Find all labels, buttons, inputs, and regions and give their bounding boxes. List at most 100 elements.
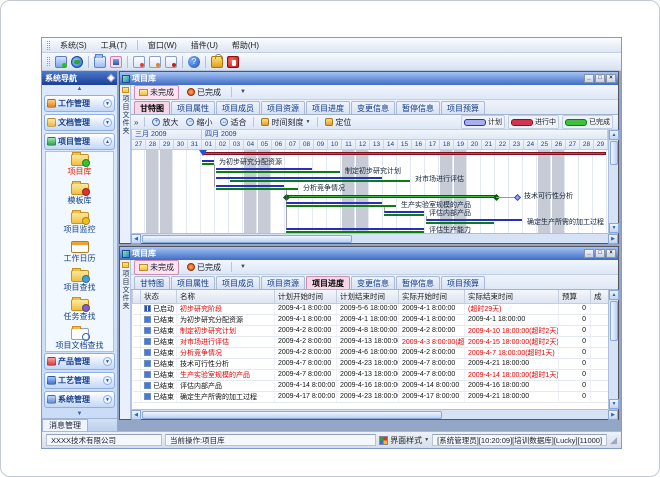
table-row[interactable]: 已结束为初步研究分配资源2009-4-1 8:00:002009-4-1 18:… — [133, 314, 609, 325]
plan-bar[interactable] — [216, 185, 284, 187]
table-window-titlebar[interactable]: 项目库 — [120, 247, 618, 260]
open-folder-icon[interactable] — [94, 56, 106, 68]
menu-item-5[interactable]: 帮助(H) — [225, 39, 266, 52]
tab-暂停信息[interactable]: 暂停信息 — [396, 101, 440, 114]
gantt-horizontal-scrollbar[interactable]: ◀ ▶ — [131, 233, 618, 243]
filter-已完成[interactable]: 已完成 — [182, 85, 226, 100]
tab-项目预算[interactable]: 项目预算 — [441, 276, 485, 289]
new-session-icon[interactable] — [55, 56, 67, 68]
in-progress-bar[interactable] — [202, 152, 606, 155]
actual-bar[interactable] — [426, 222, 494, 224]
tab-项目属性[interactable]: 项目属性 — [171, 276, 215, 289]
gantt-vertical-scrollbar[interactable]: ▲ ▼ — [608, 130, 618, 233]
plan-bar[interactable] — [286, 202, 382, 204]
table-row[interactable]: 已结束确定生产所需的加工过程2009-4-17 8:00:002009-4-23… — [133, 391, 609, 402]
toolbar-overflow-icon[interactable] — [134, 118, 138, 127]
gantt-window-titlebar[interactable]: 项目库 — [120, 72, 618, 85]
form-delete-icon[interactable] — [165, 56, 177, 68]
nav-item-项目库[interactable]: 项目库 — [46, 154, 113, 183]
nav-scroll-down-button[interactable] — [42, 410, 117, 418]
nav-section-文档管理[interactable]: 文档管理 — [44, 114, 115, 131]
minimize-button[interactable] — [584, 249, 594, 258]
scroll-up-icon[interactable]: ▲ — [609, 130, 619, 140]
actual-bar[interactable] — [202, 163, 214, 165]
save-icon[interactable] — [110, 56, 122, 68]
actual-bar[interactable] — [286, 205, 396, 207]
chevron-down-icon[interactable] — [103, 99, 112, 108]
tool-放大[interactable]: +放大 — [149, 116, 181, 129]
form-edit-icon[interactable] — [149, 56, 161, 68]
tab-项目预算[interactable]: 项目预算 — [441, 101, 485, 114]
scroll-left-icon[interactable]: ◀ — [131, 234, 141, 244]
column-header-状态[interactable]: 状态 — [141, 290, 177, 303]
table-horizontal-scrollbar[interactable]: ◀ ▶ — [131, 409, 618, 419]
chevron-down-icon[interactable] — [103, 118, 112, 127]
column-header-计划结束时间[interactable]: 计划结束时间 — [337, 290, 399, 303]
filter-未完成[interactable]: 未完成 — [134, 85, 179, 100]
table-row[interactable]: 已结束评估内部产品2009-4-14 8:00:002009-4-16 18:0… — [133, 380, 609, 391]
minimize-button[interactable] — [584, 74, 594, 83]
actual-bar[interactable] — [216, 171, 340, 173]
table-vertical-scrollbar[interactable]: ▲ ▼ — [608, 290, 618, 409]
tab-message-management[interactable]: 消息管理 — [42, 419, 88, 431]
actual-bar[interactable] — [384, 214, 424, 216]
plan-bar[interactable] — [216, 177, 382, 179]
column-header-名称[interactable]: 名称 — [177, 290, 275, 303]
tool-时间刻度[interactable]: 时间刻度 — [258, 116, 313, 129]
tab-项目进度[interactable]: 项目进度 — [306, 101, 350, 114]
filter-未完成[interactable]: 未完成 — [134, 260, 179, 275]
exit-icon[interactable] — [227, 56, 239, 68]
nav-item-项目监控[interactable]: 项目监控 — [46, 212, 113, 241]
table-row[interactable]: 已结束对市场进行评估2009-4-2 8:00:002009-4-13 18:0… — [133, 336, 609, 347]
scrollbar-thumb[interactable] — [610, 141, 618, 165]
nav-item-工作日历[interactable]: 工作日历 — [46, 241, 113, 270]
pin-icon[interactable] — [107, 74, 115, 82]
close-button[interactable] — [606, 249, 616, 258]
nav-item-项目查找[interactable]: 项目查找 — [46, 270, 113, 299]
tool-缩小[interactable]: −缩小 — [183, 116, 215, 129]
plan-bar[interactable] — [426, 219, 522, 221]
table-row[interactable]: 已启动初步研究阶段2009-4-1 8:00:002009-5-6 18:00:… — [133, 303, 609, 314]
tool-适合[interactable]: ↔适合 — [217, 116, 249, 129]
table-row[interactable]: 已结束生产实验室规模的产品2009-4-7 8:00:002009-4-13 1… — [133, 369, 609, 380]
nav-section-工作管理[interactable]: 工作管理 — [44, 95, 115, 112]
table-row[interactable]: 已结束分析竞争情况2009-4-2 8:00:002009-4-6 18:00:… — [133, 347, 609, 358]
tab-项目属性[interactable]: 项目属性 — [171, 101, 215, 114]
filter-已完成[interactable]: 已完成 — [182, 260, 226, 275]
nav-section-工艺管理[interactable]: 工艺管理 — [44, 372, 115, 389]
table-row[interactable]: 已结束技术可行性分析2009-4-7 8:00:002009-4-23 18:0… — [133, 358, 609, 369]
plan-bar[interactable] — [202, 160, 214, 162]
menu-item-1[interactable]: 系统(S) — [53, 39, 94, 52]
scroll-up-icon[interactable]: ▲ — [609, 290, 619, 300]
form-add-icon[interactable] — [133, 56, 145, 68]
nav-section-项目管理[interactable]: 项目管理 — [44, 133, 115, 150]
tab-项目进度[interactable]: 项目进度 — [306, 276, 350, 289]
scroll-right-icon[interactable]: ▶ — [608, 410, 618, 420]
scroll-left-icon[interactable]: ◀ — [131, 410, 141, 420]
tab-甘特图[interactable]: 甘特图 — [134, 276, 170, 289]
plan-bar[interactable] — [384, 211, 424, 213]
tab-项目资源[interactable]: 项目资源 — [261, 276, 305, 289]
nav-section-产品管理[interactable]: 产品管理 — [44, 353, 115, 370]
menubar-drag-handle[interactable] — [47, 41, 50, 50]
scrollbar-thumb[interactable] — [142, 411, 442, 419]
resize-grip[interactable]: ◢ — [610, 436, 617, 445]
interface-style-button[interactable]: 界面样式 — [379, 435, 429, 446]
nav-item-项目文档查找[interactable]: 项目文档查找 — [46, 328, 113, 352]
lock-icon[interactable] — [211, 56, 223, 68]
scrollbar-thumb[interactable] — [142, 235, 352, 243]
tab-变更信息[interactable]: 变更信息 — [351, 101, 395, 114]
column-header-计划开始时间[interactable]: 计划开始时间 — [275, 290, 337, 303]
globe-icon[interactable] — [71, 56, 83, 68]
scrollbar-thumb[interactable] — [610, 301, 618, 341]
tab-项目成员[interactable]: 项目成员 — [216, 276, 260, 289]
scroll-right-icon[interactable]: ▶ — [608, 234, 618, 244]
nav-item-模板库[interactable]: 模板库 — [46, 183, 113, 212]
more-filters-icon[interactable] — [237, 264, 249, 270]
column-header-实际开始时间[interactable]: 实际开始时间 — [399, 290, 465, 303]
tab-暂停信息[interactable]: 暂停信息 — [396, 276, 440, 289]
tab-项目成员[interactable]: 项目成员 — [216, 101, 260, 114]
tab-甘特图[interactable]: 甘特图 — [134, 101, 170, 114]
restore-button[interactable] — [595, 74, 605, 83]
tool-定位[interactable]: 定位 — [322, 116, 354, 129]
